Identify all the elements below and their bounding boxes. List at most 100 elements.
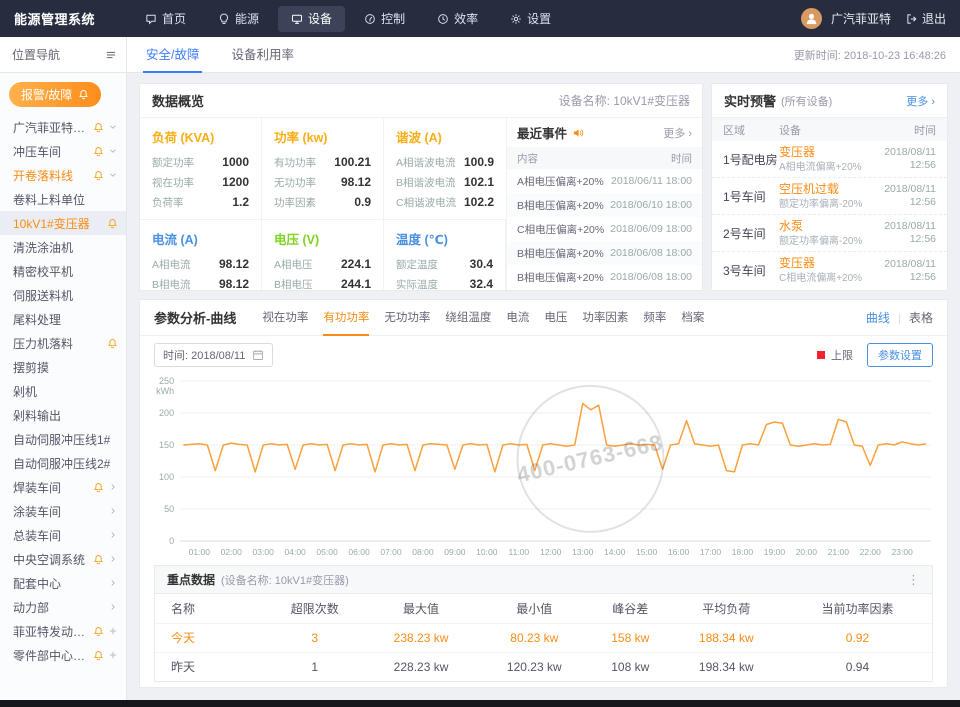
metric-title: 功率 (kw) [274, 127, 371, 146]
tree-item[interactable]: 剁料输出 [0, 403, 126, 427]
bottom-bar [0, 700, 960, 707]
svg-text:15:00: 15:00 [636, 547, 658, 557]
nav-item-efficiency[interactable]: 效率 [424, 6, 491, 32]
logout-button[interactable]: 退出 [906, 10, 946, 27]
tree-item[interactable]: 自动伺服冲压线1# [0, 427, 126, 451]
warnings-more-link[interactable]: 更多 › [906, 93, 935, 109]
tree-item[interactable]: 自动伺服冲压线2# [0, 451, 126, 475]
svg-text:13:00: 13:00 [572, 547, 594, 557]
tree-item[interactable]: 配套中心 [0, 571, 126, 595]
warning-row: 1号车间 空压机过载额定功率偏离-20% 2018/08/1112:56 [712, 178, 947, 215]
nav-label: 设备 [308, 10, 332, 27]
svg-text:21:00: 21:00 [828, 547, 850, 557]
tab-winding-temp[interactable]: 绕组温度 [445, 300, 491, 336]
nav-item-home[interactable]: 首页 [132, 6, 199, 32]
tab-safety-fault[interactable]: 安全/故障 [133, 37, 212, 73]
device-name-label: 设备名称: 10kV1#变压器 [559, 92, 690, 109]
tree-item[interactable]: 涂装车间 [0, 499, 126, 523]
table-row-today: 今天3238.23 kw80.23 kw158 kw188.34 kw0.92 [155, 623, 932, 652]
svg-text:07:00: 07:00 [380, 547, 402, 557]
tree-item[interactable]: 压力机落料 [0, 331, 126, 355]
metric-card-load: 负荷 (KVA) 额定功率1000 视在功率1200 负荷率1.2 [140, 118, 262, 220]
nav-item-energy[interactable]: 能源 [205, 6, 272, 32]
tree-item[interactable]: 卷料上料单位 [0, 187, 126, 211]
chevron-down-icon[interactable] [108, 122, 118, 132]
tree-item[interactable]: 尾料处理 [0, 307, 126, 331]
chevron-right-icon[interactable] [108, 578, 118, 588]
plus-icon[interactable] [108, 626, 118, 636]
energy-icon [218, 13, 230, 25]
tree-item[interactable]: 菲亚特发动机厂 [0, 619, 126, 643]
avatar[interactable] [801, 8, 822, 29]
events-more-link[interactable]: 更多 › [663, 125, 692, 141]
metric-title: 温度 (℃) [396, 229, 493, 248]
chevron-right-icon[interactable] [108, 506, 118, 516]
tab-reactive-power[interactable]: 无功功率 [384, 300, 430, 336]
metric-title: 电流 (A) [152, 229, 249, 248]
nav-label: 首页 [162, 10, 186, 27]
event-row: A相电压偏离+20%2018/06/11 18:00 [507, 169, 702, 193]
alarm-bell-icon [93, 146, 104, 157]
tree-item[interactable]: 伺服送料机 [0, 283, 126, 307]
tree-item[interactable]: 摆剪摸 [0, 355, 126, 379]
exit-icon [906, 13, 918, 25]
nav-label: 设置 [527, 10, 551, 27]
warning-row: 1号配电房 变压器A相电流偏离+20% 2018/08/1112:56 [712, 141, 947, 178]
device-icon [291, 13, 303, 25]
tree-item[interactable]: 零件部中心仓库 [0, 643, 126, 667]
tree-item[interactable]: 精密校平机 [0, 259, 126, 283]
svg-text:150: 150 [159, 440, 174, 450]
svg-text:03:00: 03:00 [253, 547, 275, 557]
tree-item[interactable]: 剁机 [0, 379, 126, 403]
tree-item[interactable]: 广汽菲亚特整车厂 [0, 115, 126, 139]
svg-text:06:00: 06:00 [348, 547, 370, 557]
tab-active-power[interactable]: 有功功率 [323, 300, 369, 336]
tree-item[interactable]: 总装车间 [0, 523, 126, 547]
nav-item-control[interactable]: 控制 [351, 6, 418, 32]
chevron-right-icon[interactable] [108, 602, 118, 612]
alarm-bell-icon [93, 626, 104, 637]
chevron-right-icon[interactable] [108, 482, 118, 492]
chevron-down-icon[interactable] [108, 146, 118, 156]
svg-text:100: 100 [159, 472, 174, 482]
tree-item[interactable]: 冲压车间 [0, 139, 126, 163]
logout-label: 退出 [922, 10, 946, 27]
nav-item-devices[interactable]: 设备 [278, 6, 345, 32]
tree-item[interactable]: 开卷落料线 [0, 163, 126, 187]
view-table-link[interactable]: 表格 [909, 309, 933, 326]
date-picker[interactable]: 时间: 2018/08/11 [154, 343, 273, 367]
chevron-right-icon[interactable] [108, 554, 118, 564]
chevron-right-icon[interactable] [108, 530, 118, 540]
event-row: B相电压偏离+20%2018/06/10 18:00 [507, 193, 702, 217]
parameter-settings-button[interactable]: 参数设置 [867, 343, 933, 367]
menu-icon[interactable] [105, 49, 117, 61]
nav-item-settings[interactable]: 设置 [497, 6, 564, 32]
tab-apparent-power[interactable]: 视在功率 [262, 300, 308, 336]
upper-limit-label: 上限 [831, 347, 853, 363]
tree-item-selected[interactable]: 10kV1#变压器 [0, 211, 126, 235]
tree-item[interactable]: 动力部 [0, 595, 126, 619]
tab-frequency[interactable]: 频率 [643, 300, 666, 336]
chevron-down-icon[interactable] [108, 170, 118, 180]
tab-voltage[interactable]: 电压 [544, 300, 567, 336]
tree-item[interactable]: 中央空调系统 [0, 547, 126, 571]
plus-icon[interactable] [108, 650, 118, 660]
tab-power-factor[interactable]: 功率因素 [582, 300, 628, 336]
tree-item[interactable]: 焊装车间 [0, 475, 126, 499]
view-curve-link[interactable]: 曲线 [866, 309, 890, 326]
nav-label: 控制 [381, 10, 405, 27]
keydata-title: 重点数据 [167, 571, 215, 588]
tree-item[interactable]: 清洗涂油机 [0, 235, 126, 259]
tab-current[interactable]: 电流 [506, 300, 529, 336]
tab-utilization[interactable]: 设备利用率 [218, 37, 307, 73]
username: 广汽菲亚特 [831, 10, 891, 27]
more-options-icon[interactable]: ⋮ [907, 572, 920, 588]
metric-card-power: 功率 (kw) 有功功率100.21 无功功率98.12 功率因素0.9 [262, 118, 384, 220]
metric-title: 电压 (V) [274, 229, 371, 248]
alarm-fault-button[interactable]: 报警/故障 [9, 82, 101, 107]
svg-text:18:00: 18:00 [732, 547, 754, 557]
svg-text:01:00: 01:00 [189, 547, 211, 557]
data-overview-panel: 数据概览 设备名称: 10kV1#变压器 负荷 (KVA) 额定功率1000 视… [139, 83, 703, 291]
user-icon [804, 11, 819, 26]
tab-archive[interactable]: 档案 [681, 300, 704, 336]
